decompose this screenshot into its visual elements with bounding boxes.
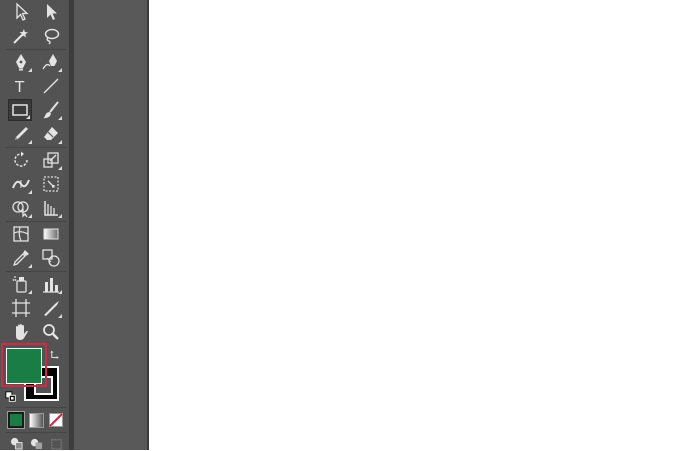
tool-group-indicator <box>58 68 62 72</box>
tool-group-indicator <box>28 190 32 194</box>
toolbar-separator <box>6 407 66 408</box>
gradient-icon <box>43 228 59 240</box>
tool-group-indicator <box>28 264 32 268</box>
toolbar-separator <box>6 271 66 272</box>
rectangle-tool[interactable] <box>8 99 32 121</box>
tool-group-indicator <box>58 116 62 120</box>
pencil-tool[interactable] <box>9 123 33 145</box>
gradient-mode-button[interactable] <box>27 411 45 429</box>
perspective-grid-tool[interactable] <box>39 197 63 219</box>
toolbar-separator <box>6 49 66 50</box>
none-slash-icon <box>49 413 63 427</box>
pasteboard-area <box>74 0 149 450</box>
magnifier-icon <box>43 324 59 340</box>
default-fill-stroke-button[interactable] <box>4 390 18 404</box>
svg-text:T: T <box>14 78 25 96</box>
magic-wand-tool[interactable] <box>9 25 33 47</box>
blend-icon <box>42 249 60 267</box>
scale-tool[interactable] <box>39 149 63 171</box>
free-transform-tool[interactable] <box>39 173 63 195</box>
toolbar-separator <box>6 432 66 433</box>
selection-tool[interactable] <box>9 1 33 23</box>
artboard-icon <box>12 299 30 317</box>
lasso-tool[interactable] <box>39 25 63 47</box>
tool-group-indicator <box>58 314 62 318</box>
draw-behind-button[interactable] <box>27 435 45 451</box>
magic-wand-icon <box>13 29 28 44</box>
type-tool[interactable]: T <box>9 75 33 97</box>
line-segment-icon <box>43 78 59 94</box>
eyedropper-tool[interactable] <box>9 247 33 269</box>
blend-tool[interactable] <box>39 247 63 269</box>
tool-group-indicator <box>28 68 32 72</box>
column-graph-tool[interactable] <box>39 273 63 295</box>
tool-group-indicator <box>28 214 32 218</box>
hand-icon <box>16 324 28 340</box>
toolbar-separator <box>6 147 66 148</box>
shape-builder-tool[interactable] <box>9 197 33 219</box>
toolbar-separator <box>6 221 66 222</box>
tool-group-indicator <box>58 214 62 218</box>
draw-inside-icon <box>50 438 62 450</box>
tool-group-indicator <box>26 115 30 119</box>
tool-group-indicator <box>28 140 32 144</box>
swap-fill-stroke-button[interactable] <box>46 345 66 363</box>
draw-inside-button[interactable] <box>47 435 65 451</box>
gradient-mode-swatch <box>28 412 44 428</box>
mesh-icon <box>13 226 29 242</box>
eraser-tool[interactable] <box>39 123 63 145</box>
color-mode-button[interactable] <box>7 411 25 429</box>
free-transform-icon <box>43 176 59 192</box>
tools-panel: T <box>0 0 70 450</box>
draw-normal-icon <box>10 437 23 450</box>
rotate-tool[interactable] <box>9 149 33 171</box>
type-t-icon: T <box>14 78 25 96</box>
direct-selection-arrow-icon <box>47 4 57 20</box>
width-tool[interactable] <box>9 173 33 195</box>
artboard-canvas[interactable] <box>151 0 700 450</box>
draw-behind-icon <box>30 438 42 449</box>
default-colors-icon <box>5 391 16 402</box>
rotate-icon <box>14 151 28 167</box>
draw-normal-button[interactable] <box>7 435 25 451</box>
tool-group-indicator <box>58 140 62 144</box>
tool-group-indicator <box>58 166 62 170</box>
color-mode-swatch <box>7 411 25 429</box>
direct-selection-tool[interactable] <box>39 1 63 23</box>
tool-group-indicator <box>58 290 62 294</box>
lasso-icon <box>44 28 60 45</box>
swap-arrows-icon <box>50 350 59 359</box>
pen-tool[interactable] <box>9 51 33 73</box>
fill-color-swatch[interactable] <box>6 348 42 384</box>
artboard-tool[interactable] <box>9 297 33 319</box>
slice-tool[interactable] <box>39 297 63 319</box>
selection-arrow-icon <box>16 2 29 21</box>
paintbrush-tool[interactable] <box>39 99 63 121</box>
curvature-tool[interactable] <box>39 51 63 73</box>
gradient-tool[interactable] <box>39 223 63 245</box>
line-segment-tool[interactable] <box>39 75 63 97</box>
none-mode-button[interactable] <box>47 411 65 429</box>
mesh-tool[interactable] <box>9 223 33 245</box>
hand-tool[interactable] <box>9 321 33 343</box>
symbol-sprayer-tool[interactable] <box>9 273 33 295</box>
tool-group-indicator <box>28 290 32 294</box>
zoom-tool[interactable] <box>39 321 63 343</box>
